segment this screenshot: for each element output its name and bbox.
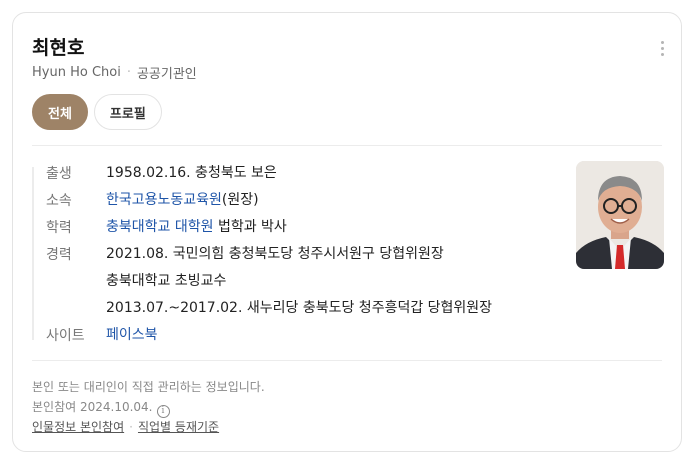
career-label: 경력 bbox=[46, 247, 72, 263]
info-row-birth: 출생 1958.02.16. 충청북도 보은 bbox=[46, 163, 277, 190]
profile-photo[interactable] bbox=[576, 161, 664, 269]
profile-card: 최현호 Hyun Ho Choi · 공공기관인 전체 프로필 출생 1958.… bbox=[12, 12, 682, 452]
listing-criteria-link[interactable]: 직업별 등재기준 bbox=[138, 420, 219, 434]
footer-notice: 본인 또는 대리인이 직접 관리하는 정보입니다. bbox=[32, 380, 265, 394]
facebook-link[interactable]: 페이스북 bbox=[106, 325, 158, 352]
footer-links: 인물정보 본인참여 · 직업별 등재기준 bbox=[32, 417, 265, 437]
info-row-education: 학력 충북대학교 대학원 법학과 박사 bbox=[46, 217, 287, 244]
tab-all[interactable]: 전체 bbox=[32, 94, 88, 130]
career-item: 2013.07.~2017.02. 새누리당 충북도당 청주흥덕갑 당협위원장 bbox=[106, 300, 493, 316]
more-options-icon[interactable] bbox=[659, 41, 665, 57]
info-vertical-bar bbox=[32, 167, 34, 340]
footer-participation-row: 본인참여 2024.10.04. i bbox=[32, 397, 265, 418]
career-item: 충북대학교 초빙교수 bbox=[106, 273, 227, 289]
divider-bottom bbox=[32, 360, 662, 361]
person-subtitle: Hyun Ho Choi · 공공기관인 bbox=[32, 63, 197, 82]
footer: 본인 또는 대리인이 직접 관리하는 정보입니다. 본인참여 2024.10.0… bbox=[32, 377, 265, 437]
education-label: 학력 bbox=[46, 220, 72, 236]
participation-date: 본인참여 2024.10.04. bbox=[32, 400, 153, 414]
person-category: 공공기관인 bbox=[136, 67, 197, 82]
affiliation-label: 소속 bbox=[46, 193, 72, 209]
person-name-en: Hyun Ho Choi bbox=[32, 65, 121, 80]
person-name[interactable]: 최현호 bbox=[32, 33, 84, 60]
tab-bar: 전체 프로필 bbox=[32, 94, 162, 130]
divider-top bbox=[32, 145, 662, 146]
affiliation-suffix: (원장) bbox=[221, 192, 259, 208]
info-row-affiliation: 소속 한국고용노동교육원(원장) bbox=[46, 190, 259, 217]
separator-dot: · bbox=[126, 65, 131, 80]
info-row-career: 경력 2021.08. 국민의힘 충청북도당 청주시서원구 당협위원장 충북대학… bbox=[46, 244, 492, 325]
birth-label: 출생 bbox=[46, 166, 72, 182]
affiliation-link[interactable]: 한국고용노동교육원 bbox=[106, 192, 222, 208]
site-label: 사이트 bbox=[46, 328, 85, 344]
birth-value: 1958.02.16. 충청북도 보은 bbox=[106, 165, 277, 181]
education-link[interactable]: 충북대학교 대학원 bbox=[106, 219, 214, 235]
career-item: 2021.08. 국민의힘 충청북도당 청주시서원구 당협위원장 bbox=[106, 246, 444, 262]
person-info-participation-link[interactable]: 인물정보 본인참여 bbox=[32, 420, 124, 434]
separator-dot: · bbox=[129, 420, 133, 434]
person-portrait-image bbox=[576, 161, 664, 269]
info-row-site: 사이트 페이스북 bbox=[46, 325, 158, 352]
tab-profile[interactable]: 프로필 bbox=[93, 94, 162, 130]
education-suffix: 법학과 박사 bbox=[213, 219, 287, 235]
